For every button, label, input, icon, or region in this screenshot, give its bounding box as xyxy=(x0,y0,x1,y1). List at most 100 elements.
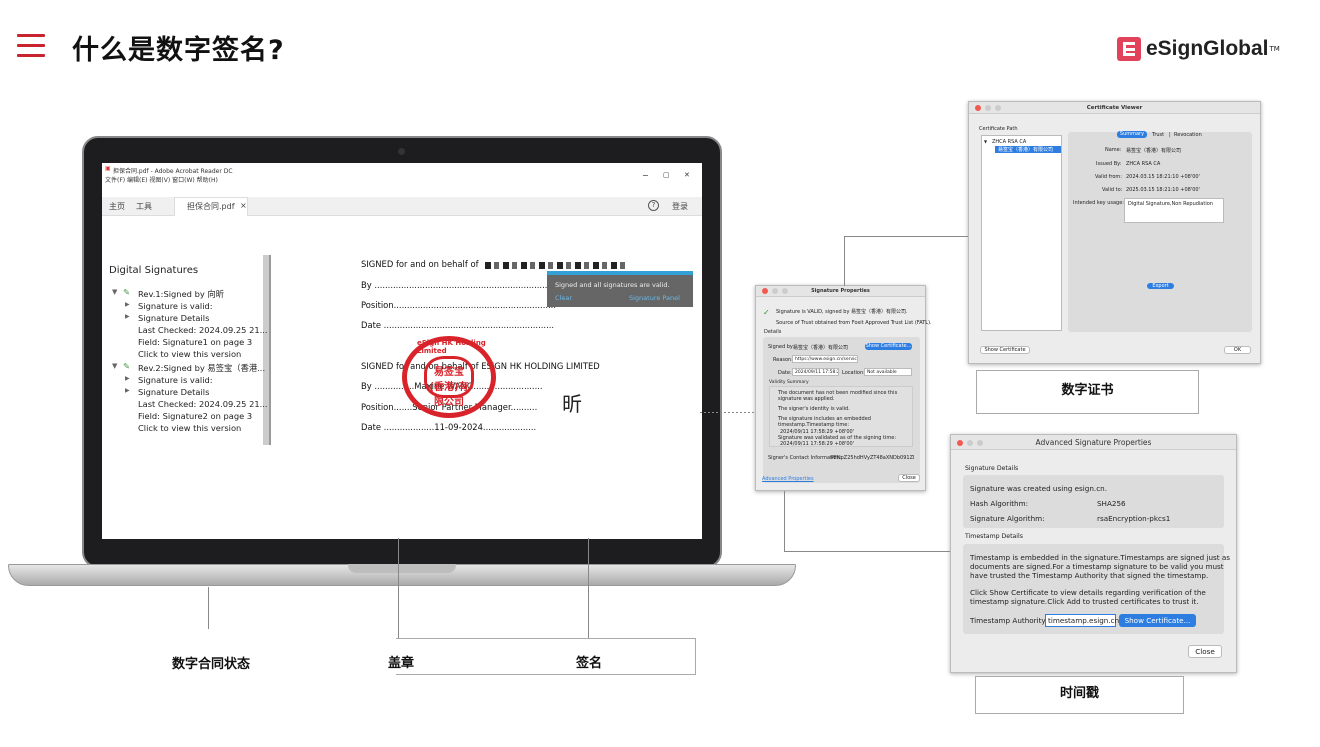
rev1-checked: Last Checked: 2024.09.25 21... xyxy=(138,325,268,335)
signature-properties-dialog: Signature Properties ✓ Signature is VALI… xyxy=(755,285,932,491)
minimize-button[interactable]: − xyxy=(642,171,649,180)
signed-by-value: 易签宝（香港）有限公司 xyxy=(793,345,849,351)
dialog-title: Certificate Viewer xyxy=(969,102,1260,114)
tab-close-icon[interactable]: × xyxy=(240,201,247,210)
help-icon[interactable]: ? xyxy=(648,200,659,211)
details-label: Details xyxy=(764,329,782,335)
rev1-valid[interactable]: Signature is valid: xyxy=(138,301,213,311)
window-dots[interactable] xyxy=(975,105,1001,111)
rev1-label[interactable]: Rev.1:Signed by 向昕 xyxy=(138,288,224,300)
validity-line-4b: 2024/09/11 17:58:29 +08'00' xyxy=(780,441,855,447)
logo-tm: TM xyxy=(1269,45,1280,53)
close-button[interactable]: ✕ xyxy=(684,171,690,179)
date-field[interactable]: 2024/09/11 17:58:29 xyxy=(792,368,839,376)
certificate-tree xyxy=(981,135,1062,331)
connector-line xyxy=(784,551,950,552)
rev2-details[interactable]: Signature Details xyxy=(138,387,209,397)
acrobat-window: ▣ 担保合同.pdf - Adobe Acrobat Reader DC 文件(… xyxy=(102,163,702,539)
show-certificate-button[interactable]: Show Certificate... xyxy=(865,343,912,350)
connector-line xyxy=(844,236,968,237)
rev2-click[interactable]: Click to view this version xyxy=(138,423,241,433)
advanced-properties-link[interactable]: Advanced Properties xyxy=(762,476,814,482)
camera xyxy=(398,148,405,155)
by-line-1: By .....................................… xyxy=(361,280,551,290)
tooltip-panel-link[interactable]: Signature Panel xyxy=(629,294,680,302)
location-label: Location: xyxy=(842,370,865,376)
signatures-panel: Digital Signatures ▼ ✎ Rev.1:Signed by 向… xyxy=(102,255,270,445)
ts-line-1: Timestamp is embedded in the signature.T… xyxy=(970,553,1231,562)
connector-line xyxy=(700,412,755,413)
tab-revocation[interactable]: Revocation xyxy=(1174,132,1202,138)
validity-line-1: The document has not been modified since… xyxy=(778,390,898,402)
issued-value: ZHCA RSA CA xyxy=(1126,161,1161,167)
export-button[interactable]: Export xyxy=(1147,283,1174,289)
expand-icon[interactable]: ▼ xyxy=(112,362,117,370)
tooltip-clear-link[interactable]: Clear xyxy=(555,294,572,302)
redacted-name xyxy=(485,262,625,269)
maximize-button[interactable]: ▢ xyxy=(663,171,670,179)
connector-line xyxy=(208,587,209,629)
page-title: 什么是数字签名? xyxy=(72,35,285,66)
rev2-label[interactable]: Rev.2:Signed by 易签宝（香港... xyxy=(138,362,265,374)
authority-field[interactable]: timestamp.esign.cn xyxy=(1045,614,1119,627)
chevron-right-icon[interactable]: ▶ xyxy=(125,387,130,394)
name-label: Name: xyxy=(1105,147,1122,153)
window-dots[interactable] xyxy=(762,288,788,294)
validity-label: Validity Summary xyxy=(769,380,809,385)
window-dots[interactable] xyxy=(957,440,983,446)
close-button[interactable]: Close xyxy=(898,474,920,482)
seal-ring-text: eSign HK Holding Limited xyxy=(417,339,486,355)
name-value: 易签宝（香港）有限公司 xyxy=(1126,148,1182,154)
expand-icon[interactable]: ▼ xyxy=(112,288,117,296)
sig-details-label: Signature Details xyxy=(965,465,1019,472)
logo-text: eSignGlobal xyxy=(1146,37,1269,60)
tab-document[interactable]: 担保合同.pdf xyxy=(187,201,235,212)
logo-icon xyxy=(1117,37,1141,61)
menu-bar[interactable]: 文件(F) 编辑(E) 视图(V) 窗口(W) 帮助(H) xyxy=(105,175,218,184)
close-button[interactable]: Close xyxy=(1188,645,1222,658)
rev1-field: Field: Signature1 on page 3 xyxy=(138,337,253,347)
handwritten-signature[interactable]: 昕 xyxy=(562,388,582,417)
show-certificate-button[interactable]: Show Certificate xyxy=(980,346,1030,354)
reason-field[interactable]: https://www.esign.cn/servicede xyxy=(792,355,858,363)
chevron-right-icon[interactable]: ▶ xyxy=(125,375,130,382)
acrobat-titlebar: ▣ 担保合同.pdf - Adobe Acrobat Reader DC 文件(… xyxy=(102,163,702,187)
rev2-valid[interactable]: Signature is valid: xyxy=(138,375,213,385)
rev1-click[interactable]: Click to view this version xyxy=(138,349,241,359)
connector-line xyxy=(844,236,845,286)
date-label: Date: xyxy=(778,370,792,376)
location-field[interactable]: Not available xyxy=(864,368,912,376)
dialog-title: Advanced Signature Properties xyxy=(951,435,1236,450)
to-label: Valid to: xyxy=(1102,187,1123,193)
tab-home[interactable]: 主页 xyxy=(109,201,125,212)
tab-summary[interactable]: Summary xyxy=(1117,131,1147,138)
hash-label: Hash Algorithm: xyxy=(970,499,1029,508)
contact-value: PFNpZ25hdHVyZT48aXNDb091ZD4vPC xyxy=(831,455,914,461)
hash-value: SHA256 xyxy=(1097,499,1126,508)
login-link[interactable]: 登录 xyxy=(672,201,688,212)
chevron-right-icon[interactable]: ▶ xyxy=(125,313,130,320)
panel-divider[interactable] xyxy=(269,255,271,445)
validity-line-2: The signer's identity is valid. xyxy=(778,406,850,412)
tab-tools[interactable]: 工具 xyxy=(136,201,152,212)
show-certificate-button[interactable]: Show Certificate... xyxy=(1119,614,1196,627)
chevron-right-icon[interactable]: ▶ xyxy=(125,301,130,308)
position-line-1: Position................................… xyxy=(361,300,557,310)
connector-line xyxy=(588,538,589,638)
rev2-checked: Last Checked: 2024.09.25 21... xyxy=(138,399,268,409)
ts-line-5: timestamp signature.Click Add to trusted… xyxy=(970,597,1199,606)
menu-icon[interactable] xyxy=(17,34,45,58)
company-seal[interactable]: 易签宝(香港)有限公司 eSign HK Holding Limited xyxy=(402,336,496,418)
panel-title: Digital Signatures xyxy=(109,265,199,276)
caption-timestamp: 时间戳 xyxy=(975,676,1184,714)
tree-leaf[interactable]: 易签宝（香港）有限公司 xyxy=(995,146,1061,153)
valid-check-icon: ✓ xyxy=(763,308,770,317)
from-value: 2024.03.15 18:21:10 +08'00' xyxy=(1126,174,1200,180)
pdf-icon: ▣ xyxy=(105,165,111,172)
tree-expand-icon[interactable]: ▼ xyxy=(984,139,987,144)
tree-root[interactable]: ZHCA RSA CA xyxy=(992,139,1026,145)
tab-trust[interactable]: Trust xyxy=(1152,132,1164,138)
issued-label: Issued By: xyxy=(1096,161,1122,167)
rev1-details[interactable]: Signature Details xyxy=(138,313,209,323)
ok-button[interactable]: OK xyxy=(1224,346,1251,354)
